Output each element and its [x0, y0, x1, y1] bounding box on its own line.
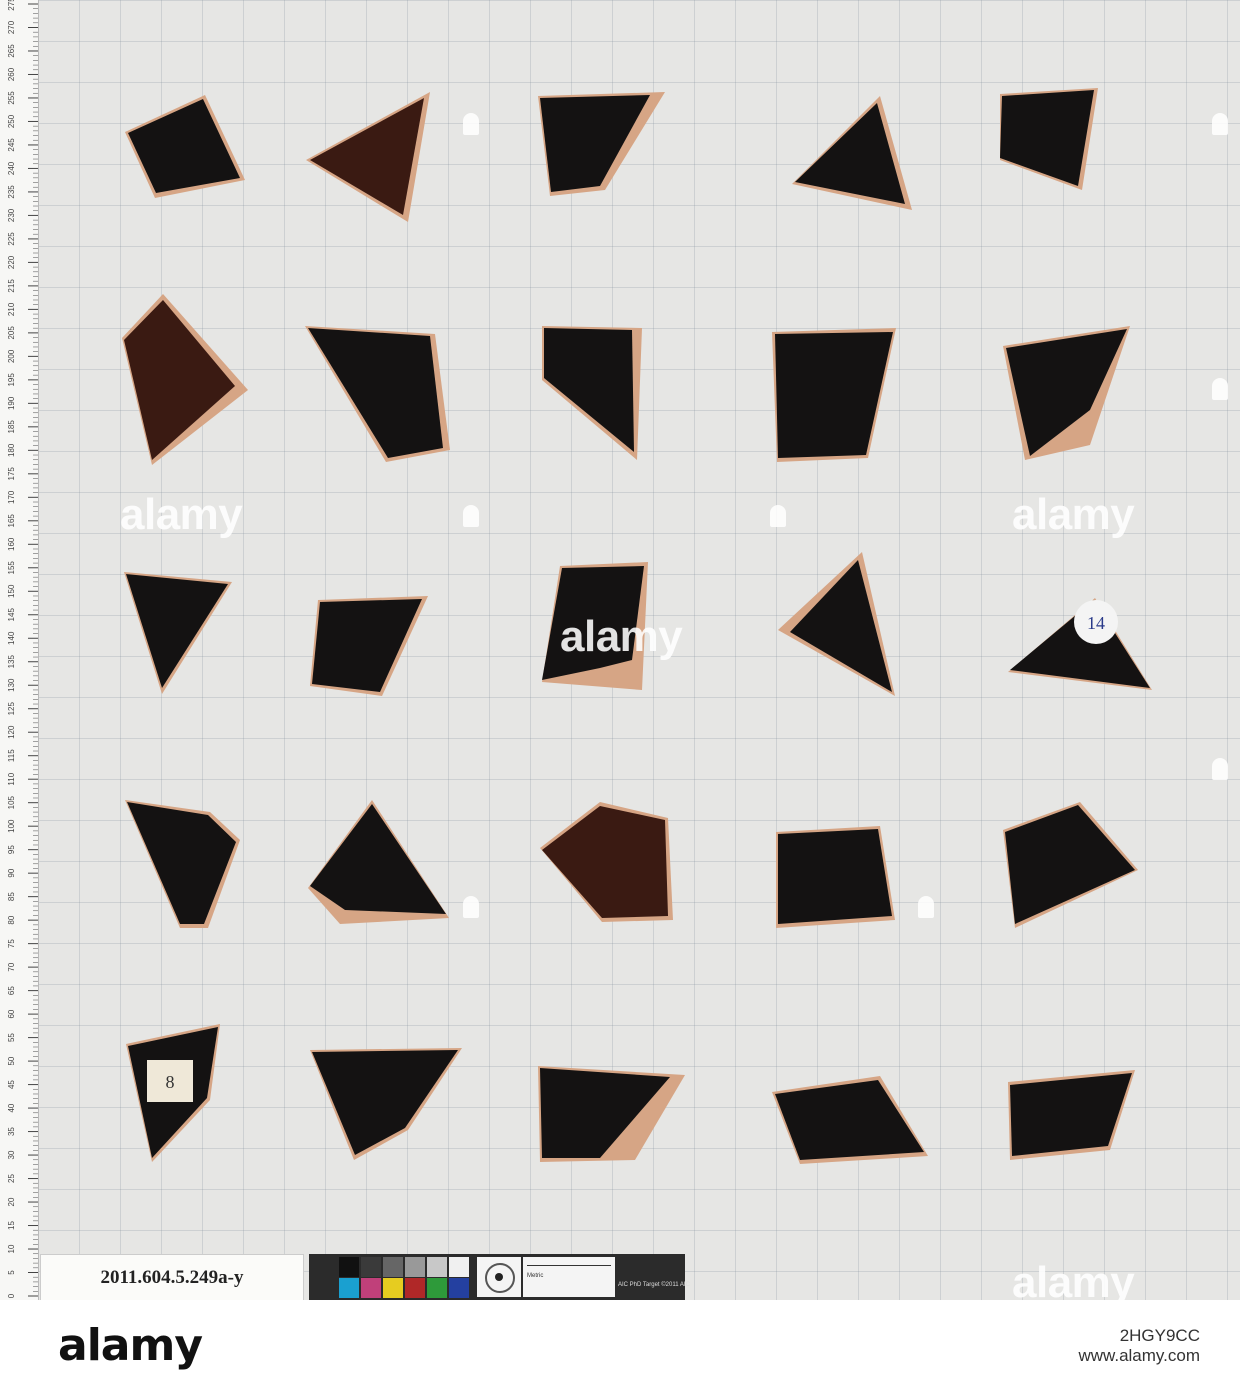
fragment-label-14-text: 14 — [1087, 613, 1105, 633]
fragment-19-glaze — [778, 829, 892, 924]
watermark-mark — [918, 896, 934, 918]
watermark-mark — [1212, 378, 1228, 400]
fragment-1-glaze — [128, 99, 240, 193]
fragment-label-8-text: 8 — [166, 1072, 175, 1092]
watermark-left: alamy — [120, 490, 243, 539]
watermark-center: alamy — [560, 612, 683, 661]
fragment-9-glaze — [775, 332, 893, 458]
fragment-12-glaze — [312, 599, 422, 692]
accession-label-card: 2011.604.5.249a-y — [40, 1254, 304, 1300]
watermark-right: alamy — [1012, 490, 1135, 539]
watermark-bottom-right: alamy — [1012, 1258, 1135, 1300]
museum-photo: 275 270 265 260 255 250 245 240 235 230 225 220 215 2… — [0, 0, 1240, 1300]
image-id: 2HGY9CC — [1119, 1326, 1200, 1345]
watermark-mark — [770, 505, 786, 527]
target-bullseye — [477, 1257, 521, 1297]
watermark-mark — [463, 113, 479, 135]
watermark-mark — [463, 896, 479, 918]
fragment-5-glaze — [1000, 90, 1094, 186]
fragment-25-glaze — [1010, 1073, 1132, 1156]
site-url: www.alamy.com — [1078, 1346, 1200, 1365]
fragment-11-glaze — [126, 574, 228, 688]
fragment-4-glaze — [795, 103, 905, 204]
target-scale-bar: Metric — [523, 1257, 615, 1297]
fragment-18-glaze — [542, 806, 668, 918]
target-caption: AIC PhD Target ©2011 AIC — [618, 1282, 690, 1288]
footer-image-id: 2HGY9CC www.alamy.com — [1040, 1326, 1200, 1366]
fragment-16-glaze — [127, 802, 236, 924]
watermark-mark — [463, 505, 479, 527]
watermark-mark — [1212, 113, 1228, 135]
footer-logo: alamy — [58, 1300, 228, 1390]
fragment-3-glaze — [540, 95, 650, 192]
color-calibration-target: Metric — [309, 1254, 685, 1300]
accession-number: 2011.604.5.249a-y — [100, 1267, 244, 1288]
watermark-mark — [1212, 758, 1228, 780]
target-scale-text: Metric — [527, 1273, 544, 1279]
footer-logo-text: alamy — [58, 1319, 203, 1371]
fragment-24-glaze — [775, 1080, 924, 1160]
